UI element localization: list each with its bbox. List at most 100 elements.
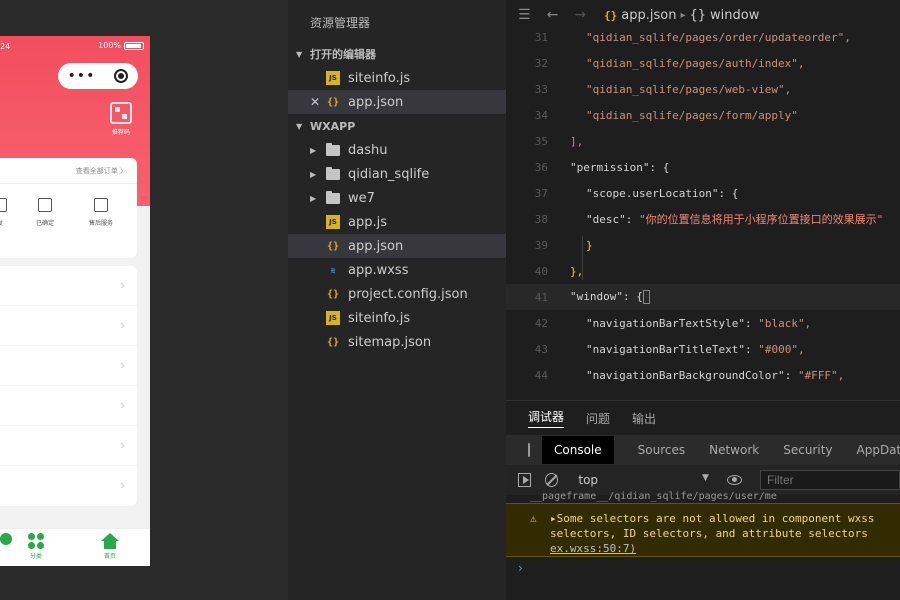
tab-bar: 分类 首页 (0, 528, 150, 566)
code-line[interactable]: 36 "permission": { (506, 154, 900, 180)
simulator-pane: 24 100% ••• 推荐码 查看全部订单 〉 已确定 售后服务 › › › … (0, 0, 288, 600)
code-editor[interactable]: ☰ ← → {} app.json ▸ {} window 31 "qidian_… (506, 0, 900, 400)
open-editor-app-json[interactable]: ✕ {} app.json (288, 90, 506, 114)
file-siteinfo-js[interactable]: JS siteinfo.js (288, 306, 506, 330)
json-key: "navigationBarTitleText" (586, 342, 745, 356)
tab-console[interactable]: Console (542, 436, 614, 464)
context-select[interactable]: top ▼ (578, 473, 709, 487)
forward-arrow-icon[interactable]: → (574, 7, 586, 23)
code-line[interactable]: 41 "window": { (506, 284, 900, 310)
menu-row[interactable]: › (0, 426, 137, 466)
open-editors-section[interactable]: ▼ 打开的编辑器 (288, 42, 506, 66)
tab-security[interactable]: Security (783, 443, 832, 457)
menu-row[interactable]: › (0, 346, 137, 386)
file-app-json[interactable]: {} app.json (288, 234, 506, 258)
order-status-confirmed[interactable]: 已确定 (30, 198, 60, 227)
qr-code-button[interactable]: 推荐码 (106, 102, 136, 136)
project-section[interactable]: ▼ WXAPP (288, 114, 506, 138)
explorer-title: 资源管理器 (310, 16, 371, 30)
menu-lines-icon[interactable]: ☰ (518, 7, 531, 23)
code-line[interactable]: 32 "qidian_sqlife/pages/auth/index", (506, 50, 900, 76)
folder-we7[interactable]: ▶ we7 (288, 186, 506, 210)
tab-network[interactable]: Network (709, 443, 759, 457)
tab-appdata[interactable]: AppData (857, 443, 900, 457)
code-text: "window": { (556, 290, 650, 304)
punctuation: : (784, 368, 798, 382)
tab-home[interactable]: 首页 (98, 533, 122, 560)
open-editor-siteinfo[interactable]: JS siteinfo.js (288, 66, 506, 90)
folder-icon (326, 190, 340, 204)
code-text: "navigationBarTitleText": "#000", (556, 343, 805, 356)
console-prompt[interactable]: › (518, 561, 523, 575)
close-target-icon[interactable] (114, 69, 129, 83)
line-number: 43 (534, 342, 548, 356)
context-value: top (578, 473, 599, 487)
code-text: "navigationBarBackgroundColor": "#FFF", (556, 369, 844, 382)
warning-icon: ⚠ (530, 512, 537, 525)
view-all-orders-link[interactable]: 查看全部订单 〉 (76, 166, 127, 176)
collapse-arrow-icon: ▼ (296, 49, 303, 59)
folder-dashu[interactable]: ▶ dashu (288, 138, 506, 162)
string-literal: "qidian_sqlife/pages/auth/index", (586, 56, 805, 70)
file-app-js[interactable]: JS app.js (288, 210, 506, 234)
breadcrumb-node[interactable]: window (710, 8, 759, 23)
tab-output[interactable]: 输出 (632, 410, 656, 427)
code-text: "qidian_sqlife/pages/form/apply" (556, 109, 798, 122)
project-label: WXAPP (310, 119, 356, 133)
file-app-wxss[interactable]: ≋ app.wxss (288, 258, 506, 282)
code-line[interactable]: 43 "navigationBarTitleText": "#000", (506, 336, 900, 362)
tab-sources[interactable]: Sources (638, 443, 685, 457)
code-line[interactable]: 33 "qidian_sqlife/pages/web-view", (506, 76, 900, 102)
code-line[interactable]: 37 "scope.userLocation": { (506, 180, 900, 206)
code-line[interactable]: 40}, (506, 258, 900, 284)
more-icon[interactable]: ••• (68, 69, 96, 83)
order-status-shipped[interactable]: 发 (0, 198, 8, 227)
code-line[interactable]: 35], (506, 128, 900, 154)
code-line[interactable]: 34 "qidian_sqlife/pages/form/apply" (506, 102, 900, 128)
menu-row[interactable]: › (0, 266, 137, 306)
menu-row[interactable]: › (0, 306, 137, 346)
filter-input[interactable] (760, 470, 900, 490)
tab-debugger[interactable]: 调试器 (528, 408, 565, 428)
warning-source-link[interactable]: ex.wxss:50:7) (550, 542, 636, 555)
file-sitemap-json[interactable]: {} sitemap.json (288, 330, 506, 354)
line-number: 37 (534, 186, 548, 200)
code-line[interactable]: 39} (506, 232, 900, 258)
inspect-element-icon[interactable] (528, 443, 530, 457)
code-text: "desc": "你的位置信息将用于小程序位置接口的效果展示" (556, 211, 883, 227)
menu-row[interactable]: › (0, 466, 137, 506)
order-card: 查看全部订单 〉 发 已确定 售后服务 (0, 158, 137, 258)
breadcrumb-file[interactable]: app.json (621, 8, 676, 23)
battery-percent: 100% (98, 41, 121, 50)
js-file-icon: JS (326, 311, 340, 325)
phone-screen[interactable]: 24 100% ••• 推荐码 查看全部订单 〉 已确定 售后服务 › › › … (0, 36, 150, 566)
string-literal: "qidian_sqlife/pages/form/apply" (586, 108, 798, 122)
eye-icon[interactable] (726, 475, 742, 485)
menu-row[interactable]: › (0, 386, 137, 426)
code-text: }, (556, 265, 583, 278)
bracket: ], (570, 134, 584, 148)
code-line[interactable]: 38 "desc": "你的位置信息将用于小程序位置接口的效果展示" (506, 206, 900, 232)
json-file-icon: {} (326, 96, 340, 108)
order-status-aftersale[interactable]: 售后服务 (86, 198, 116, 227)
code-line[interactable]: 42 "navigationBarTextStyle": "black", (506, 310, 900, 336)
warning-text: selectors, ID selectors, and attribute s… (550, 527, 868, 540)
order-status-label: 已确定 (35, 220, 54, 227)
back-arrow-icon[interactable]: ← (547, 7, 559, 23)
tab-item[interactable] (0, 533, 18, 548)
order-card-header: 查看全部订单 〉 (0, 158, 137, 184)
folder-qidian-sqlife[interactable]: ▶ qidian_sqlife (288, 162, 506, 186)
code-line[interactable]: 44 "navigationBarBackgroundColor": "#FFF"… (506, 362, 900, 388)
warning-text[interactable]: ▸Some selectors are not allowed in compo… (550, 512, 875, 525)
code-line[interactable]: 31 "qidian_sqlife/pages/order/updateorder… (506, 24, 900, 50)
close-editor-icon[interactable]: ✕ (310, 95, 320, 109)
chevron-right-icon: › (120, 438, 125, 452)
code-text: "navigationBarTextStyle": "black", (556, 317, 811, 330)
line-number: 34 (534, 108, 548, 122)
show-sidebar-icon[interactable] (518, 473, 532, 487)
string-literal: "qidian_sqlife/pages/web-view", (586, 82, 792, 96)
clear-console-icon[interactable] (545, 473, 559, 487)
file-project-config[interactable]: {} project.config.json (288, 282, 506, 306)
tab-category[interactable]: 分类 (24, 533, 48, 560)
tab-problems[interactable]: 问题 (586, 410, 610, 427)
